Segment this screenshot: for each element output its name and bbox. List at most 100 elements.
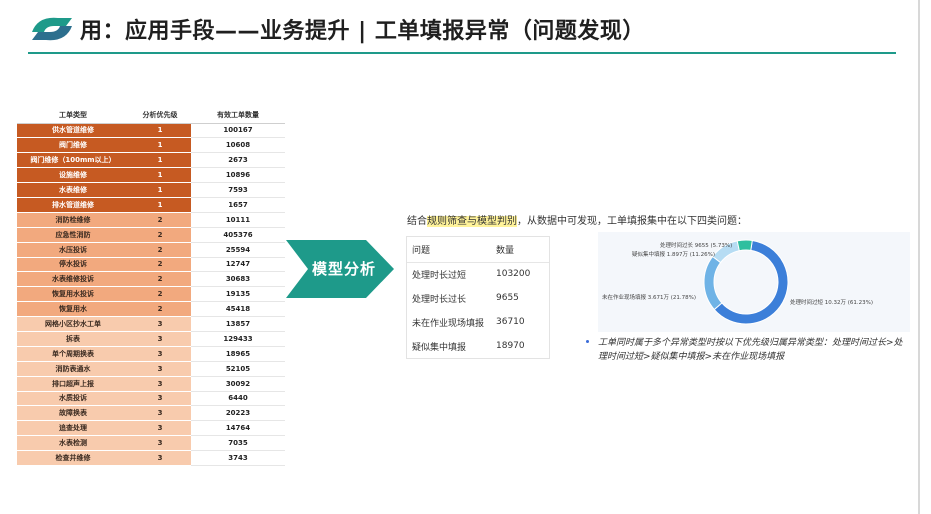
table-row: 消防表通水 3 52105 <box>17 361 285 377</box>
header-count: 有效工单数量 <box>191 108 285 124</box>
priority-cell: 2 <box>129 271 191 288</box>
count-cell: 45418 <box>191 301 285 318</box>
count-cell: 10608 <box>191 137 285 154</box>
ticket-table-body: 供水管道维修 1 100167 阀门维修 1 10608 阀门维修（100mm以上） 1 267… <box>17 123 285 466</box>
issue-table-panel: 问题 数量 处理时长过短 103200 处理时长过长 9655 未在作业现场填报… <box>406 236 550 359</box>
ticket-type-cell: 单个周期换表 <box>17 346 129 362</box>
donut-slice-long <box>736 239 753 252</box>
count-cell: 7593 <box>191 182 285 198</box>
priority-cell: 1 <box>129 137 191 154</box>
table-row: 水压投诉 2 25594 <box>17 242 285 258</box>
count-cell: 30683 <box>191 271 285 288</box>
ticket-type-cell: 追查处理 <box>17 420 129 437</box>
priority-cell: 2 <box>129 257 191 273</box>
table-row: 阀门维修（100mm以上） 1 2673 <box>17 152 285 169</box>
table-row: 停水投诉 2 12747 <box>17 257 285 273</box>
issue-name: 处理时长过长 <box>412 294 467 305</box>
issue-count: 9655 <box>496 293 519 303</box>
priority-cell: 3 <box>129 420 191 437</box>
priority-cell: 1 <box>129 152 191 169</box>
table-row: 未在作业现场填报 36710 <box>407 310 549 334</box>
table-row: 网格小区抄水工单 3 13857 <box>17 316 285 332</box>
ticket-type-cell: 检查井维修 <box>17 450 129 466</box>
priority-cell: 3 <box>129 450 191 466</box>
donut-label-short: 处理时间过短 10.32万 (61.23%) <box>790 300 874 306</box>
slide-edge <box>918 0 920 514</box>
table-row: 应急性消防 2 405376 <box>17 227 285 243</box>
table-row: 供水管道维修 1 100167 <box>17 123 285 139</box>
ticket-type-cell: 消防栓维修 <box>17 212 129 228</box>
page-title: 用：应用手段——业务提升 | 工单填报异常（问题发现） <box>80 19 645 44</box>
arrow-label: 模型分析 <box>312 260 377 278</box>
ticket-type-cell: 网格小区抄水工单 <box>17 316 129 332</box>
table-row: 水表维修投诉 2 30683 <box>17 271 285 288</box>
count-cell: 20223 <box>191 405 285 422</box>
table-row: 排水管道维修 1 1657 <box>17 197 285 213</box>
count-cell: 52105 <box>191 361 285 377</box>
ticket-type-cell: 阀门维修 <box>17 137 129 154</box>
table-row: 检查井维修 3 3743 <box>17 450 285 466</box>
title-divider <box>28 52 896 54</box>
priority-cell: 3 <box>129 331 191 347</box>
issue-name: 未在作业现场填报 <box>412 318 485 329</box>
issue-table: 问题 数量 处理时长过短 103200 处理时长过长 9655 未在作业现场填报… <box>407 237 549 358</box>
priority-cell: 1 <box>129 197 191 213</box>
priority-cell: 1 <box>129 123 191 139</box>
priority-cell: 3 <box>129 405 191 422</box>
table-row: 设施维修 1 10896 <box>17 167 285 184</box>
ticket-type-cell: 停水投诉 <box>17 257 129 273</box>
priority-cell: 3 <box>129 316 191 332</box>
priority-cell: 3 <box>129 376 191 392</box>
count-cell: 12747 <box>191 257 285 273</box>
priority-cell: 1 <box>129 182 191 198</box>
count-cell: 2673 <box>191 152 285 169</box>
priority-cell: 3 <box>129 346 191 362</box>
intro-text: 结合规则筛查与模型判别，从数据中可发现，工单填报集中在以下四类问题： <box>407 212 747 227</box>
count-cell: 13857 <box>191 316 285 332</box>
priority-cell: 2 <box>129 242 191 258</box>
ticket-type-cell: 设施维修 <box>17 167 129 184</box>
ticket-type-cell: 故障换表 <box>17 405 129 422</box>
company-logo-icon <box>32 17 72 41</box>
count-cell: 30092 <box>191 376 285 392</box>
table-row: 处理时长过长 9655 <box>407 286 549 310</box>
priority-note: 工单同时属于多个异常类型时按以下优先级归属异常类型：处理时间过长>处理时间过短>… <box>586 336 911 364</box>
issue-name: 处理时长过短 <box>412 270 467 281</box>
ticket-type-cell: 水压投诉 <box>17 242 129 258</box>
ticket-type-cell: 阀门维修（100mm以上） <box>17 152 129 169</box>
table-row: 水质投诉 3 6440 <box>17 391 285 407</box>
table-row: 恢复用水 2 45418 <box>17 301 285 318</box>
count-cell: 25594 <box>191 242 285 258</box>
header-priority: 分析优先级 <box>129 108 191 124</box>
priority-cell: 2 <box>129 301 191 318</box>
table-row: 疑似集中填报 18970 <box>407 334 549 358</box>
table-row: 故障换表 3 20223 <box>17 405 285 422</box>
header-ticket-type: 工单类型 <box>17 108 129 124</box>
issue-count: 18970 <box>496 341 525 351</box>
ticket-type-cell: 水表检测 <box>17 435 129 452</box>
ticket-type-cell: 水质投诉 <box>17 391 129 407</box>
issue-name: 疑似集中填报 <box>412 342 467 353</box>
table-row: 单个周期换表 3 18965 <box>17 346 285 362</box>
intro-highlight: 规则筛查与模型判别 <box>427 216 517 227</box>
priority-cell: 2 <box>129 227 191 243</box>
table-row: 消防栓维修 2 10111 <box>17 212 285 228</box>
count-cell: 14764 <box>191 420 285 437</box>
count-cell: 1657 <box>191 197 285 213</box>
table-row: 水表维修 1 7593 <box>17 182 285 198</box>
table-row: 拆表 3 129433 <box>17 331 285 347</box>
donut-label-onsite: 未在作业现场填报 3.671万 (21.78%) <box>602 295 697 301</box>
table-row: 恢复用水投诉 2 19135 <box>17 286 285 303</box>
ticket-type-cell: 水表维修 <box>17 182 129 198</box>
intro-suffix: ，从数据中可发现，工单填报集中在以下四类问题： <box>517 216 747 227</box>
header-issue: 问题 <box>407 237 491 263</box>
table-row: 处理时长过短 103200 <box>407 262 549 286</box>
count-cell: 19135 <box>191 286 285 303</box>
count-cell: 6440 <box>191 391 285 407</box>
issue-count: 103200 <box>496 269 531 280</box>
table-row: 阀门维修 1 10608 <box>17 137 285 154</box>
count-cell: 405376 <box>191 227 285 243</box>
table-row: 排口超声上报 3 30092 <box>17 376 285 392</box>
header-issue-count: 数量 <box>491 237 549 263</box>
table-row: 追查处理 3 14764 <box>17 420 285 437</box>
